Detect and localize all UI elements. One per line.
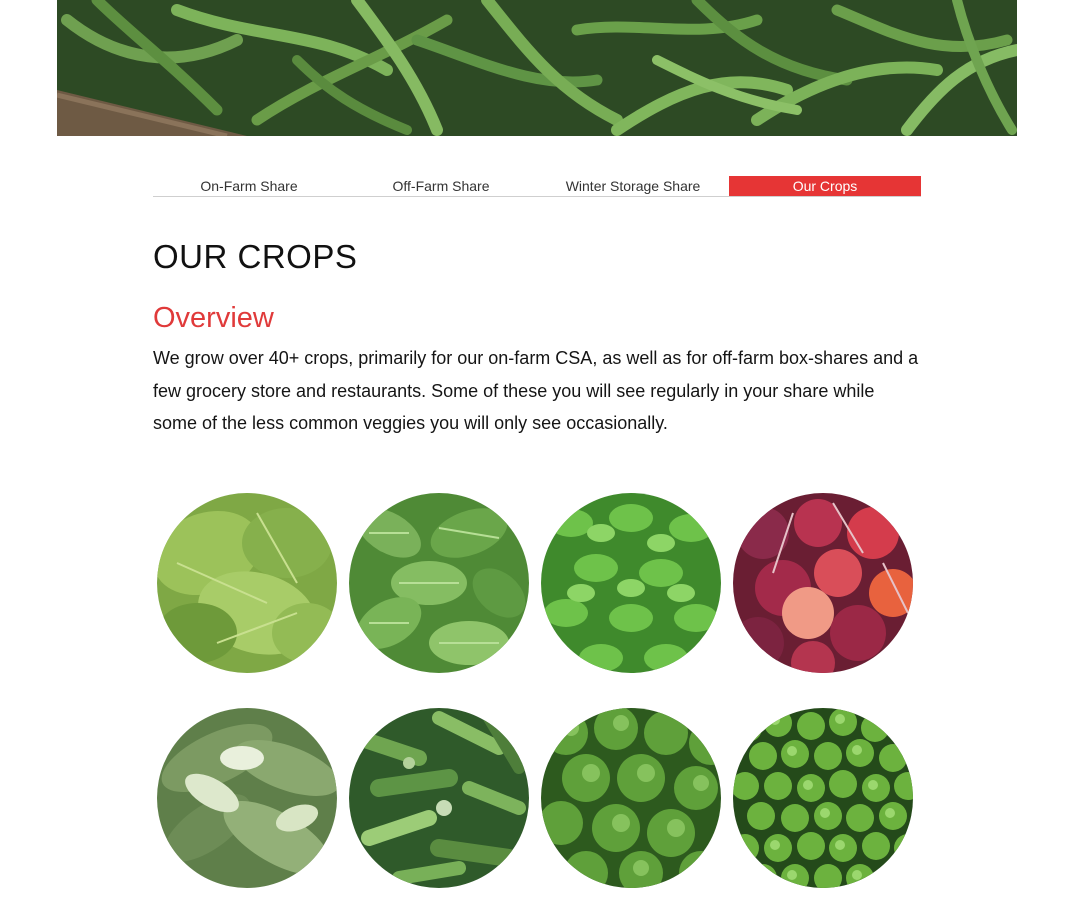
tab-our-crops[interactable]: Our Crops bbox=[729, 176, 921, 196]
crop-broccoli[interactable] bbox=[541, 708, 721, 888]
share-tabs: On-Farm Share Off-Farm Share Winter Stor… bbox=[153, 176, 921, 197]
bok-choy-photo bbox=[157, 708, 337, 888]
beets-photo bbox=[733, 493, 913, 673]
broccoli-photo bbox=[541, 708, 721, 888]
tab-off-farm-share[interactable]: Off-Farm Share bbox=[345, 176, 537, 196]
overview-heading: Overview bbox=[153, 302, 274, 334]
crop-amaranth-greens[interactable] bbox=[157, 493, 337, 673]
crop-basil[interactable] bbox=[541, 493, 721, 673]
crop-spinach[interactable] bbox=[349, 493, 529, 673]
crop-bok-choy[interactable] bbox=[157, 708, 337, 888]
overview-paragraph: We grow over 40+ crops, primarily for ou… bbox=[153, 348, 919, 433]
basil-photo bbox=[541, 493, 721, 673]
tab-on-farm-share[interactable]: On-Farm Share bbox=[153, 176, 345, 196]
brussels-sprouts-photo bbox=[733, 708, 913, 888]
spinach-photo bbox=[349, 493, 529, 673]
page-title: OUR CROPS bbox=[153, 238, 358, 275]
green-beans-image bbox=[57, 0, 1017, 136]
crop-brussels-sprouts[interactable] bbox=[733, 708, 913, 888]
tab-winter-storage-share[interactable]: Winter Storage Share bbox=[537, 176, 729, 196]
crop-beets[interactable] bbox=[733, 493, 913, 673]
crop-salad-mix[interactable] bbox=[349, 708, 529, 888]
salad-mix-photo bbox=[349, 708, 529, 888]
hero-banner-green-beans bbox=[57, 0, 1017, 136]
amaranth-greens-photo bbox=[157, 493, 337, 673]
